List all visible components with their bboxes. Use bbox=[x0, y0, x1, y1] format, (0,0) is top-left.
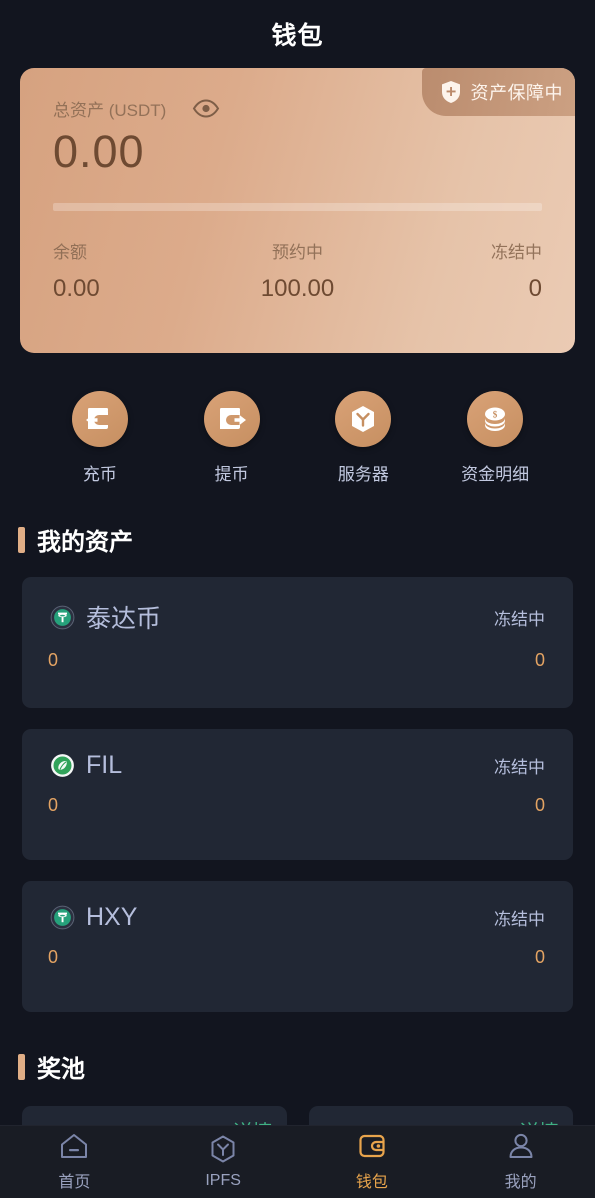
asset-frozen-value: 0 bbox=[534, 650, 545, 670]
asset-frozen-label: 冻结中 bbox=[494, 609, 545, 629]
action-server[interactable]: 服务器 bbox=[298, 391, 430, 485]
tab-label: 钱包 bbox=[355, 1174, 388, 1191]
balance-stats: 余额 0.00 预约中 100.00 冻结中 0 bbox=[53, 238, 542, 303]
action-label: 提币 bbox=[214, 465, 249, 484]
shield-plus-icon bbox=[440, 80, 462, 104]
stat-label: 余额 bbox=[53, 243, 87, 262]
pool-section-header: 奖池 bbox=[18, 1049, 595, 1084]
stat-available: 余额 0.00 bbox=[53, 238, 216, 303]
action-label: 充币 bbox=[82, 465, 117, 484]
tether-icon bbox=[50, 905, 75, 930]
stat-value: 0.00 bbox=[53, 275, 100, 302]
stat-frozen: 冻结中 0 bbox=[379, 238, 542, 303]
action-label: 服务器 bbox=[337, 465, 389, 484]
hexagon-y-icon bbox=[335, 391, 392, 447]
asset-list: 泰达币 冻结中 0 0 FIL 冻结中 0 0 HXY 冻结中 0 0 bbox=[22, 577, 573, 1012]
wallet-screen: 钱包 资产保障中 总资产 (USDT) 0.00 余额 0.00 预约中 100… bbox=[0, 0, 595, 1198]
action-label: 资金明细 bbox=[461, 465, 530, 484]
person-icon bbox=[506, 1132, 536, 1160]
asset-guard-badge[interactable]: 资产保障中 bbox=[421, 68, 575, 116]
asset-name: 泰达币 bbox=[86, 605, 162, 633]
total-asset-row: 总资产 (USDT) bbox=[53, 96, 220, 121]
action-deposit[interactable]: 充币 bbox=[34, 391, 166, 485]
tab-home[interactable]: 首页 bbox=[0, 1132, 149, 1192]
wallet-out-icon bbox=[203, 391, 260, 447]
hexagon-y-icon bbox=[208, 1134, 238, 1164]
total-balance-card: 资产保障中 总资产 (USDT) 0.00 余额 0.00 预约中 100.00 bbox=[20, 68, 575, 353]
asset-row-top: HXY 冻结中 bbox=[50, 903, 545, 932]
action-fund-detail[interactable]: $ 资金明细 bbox=[429, 391, 561, 485]
assets-section-header: 我的资产 bbox=[18, 522, 595, 557]
tab-profile[interactable]: 我的 bbox=[446, 1132, 595, 1192]
stat-value: 100.00 bbox=[260, 275, 335, 302]
asset-identity: 泰达币 bbox=[50, 599, 161, 635]
asset-row-bottom: 0 0 bbox=[22, 650, 573, 671]
eye-icon[interactable] bbox=[192, 99, 220, 118]
card-divider bbox=[53, 203, 542, 211]
total-asset-label: 总资产 (USDT) bbox=[53, 101, 167, 120]
asset-row-top: FIL 冻结中 bbox=[50, 751, 545, 780]
action-withdraw[interactable]: 提币 bbox=[166, 391, 298, 485]
asset-name: HXY bbox=[86, 903, 138, 931]
asset-row-bottom: 0 0 bbox=[22, 947, 573, 968]
guard-badge-label: 资产保障中 bbox=[470, 83, 563, 103]
tab-wallet[interactable]: 钱包 bbox=[298, 1132, 447, 1192]
asset-row-top: 泰达币 冻结中 bbox=[50, 599, 545, 635]
tab-label: 我的 bbox=[504, 1174, 537, 1191]
quick-actions: 充币 提币 服务器 $ 资金明细 bbox=[34, 391, 561, 485]
page-header: 钱包 bbox=[0, 0, 595, 68]
section-title: 我的资产 bbox=[37, 529, 133, 556]
asset-frozen-label: 冻结中 bbox=[494, 910, 545, 929]
wallet-in-icon bbox=[71, 391, 128, 447]
asset-amount: 0 bbox=[48, 795, 59, 815]
asset-frozen-label: 冻结中 bbox=[494, 758, 545, 777]
home-icon bbox=[59, 1132, 89, 1160]
section-title: 奖池 bbox=[37, 1056, 85, 1083]
asset-amount: 0 bbox=[48, 650, 59, 670]
list-item[interactable]: FIL 冻结中 0 0 bbox=[22, 729, 573, 860]
list-item[interactable]: 泰达币 冻结中 0 0 bbox=[22, 577, 573, 708]
tab-ipfs[interactable]: IPFS bbox=[149, 1134, 298, 1190]
asset-identity: FIL bbox=[50, 751, 122, 780]
asset-row-bottom: 0 0 bbox=[22, 795, 573, 816]
bottom-tabbar: 首页 IPFS 钱包 我的 bbox=[0, 1125, 595, 1198]
tether-icon bbox=[50, 605, 75, 630]
filecoin-icon bbox=[50, 753, 75, 778]
asset-frozen-value: 0 bbox=[534, 795, 545, 815]
wallet-icon bbox=[357, 1132, 387, 1160]
tab-label: 首页 bbox=[58, 1174, 91, 1191]
stat-reserved: 预约中 100.00 bbox=[216, 238, 379, 303]
stat-label: 预约中 bbox=[272, 243, 323, 262]
section-accent-bar bbox=[18, 1053, 25, 1080]
asset-name: FIL bbox=[86, 751, 123, 779]
asset-identity: HXY bbox=[50, 903, 137, 932]
tab-label: IPFS bbox=[205, 1172, 241, 1189]
stat-value: 0 bbox=[528, 275, 542, 302]
list-item[interactable]: HXY 冻结中 0 0 bbox=[22, 881, 573, 1012]
stat-label: 冻结中 bbox=[491, 243, 542, 262]
asset-amount: 0 bbox=[48, 947, 59, 967]
asset-frozen-value: 0 bbox=[534, 947, 545, 967]
total-asset-value: 0.00 bbox=[53, 126, 145, 177]
coins-stack-icon: $ bbox=[467, 391, 524, 447]
page-title: 钱包 bbox=[271, 22, 324, 50]
svg-text:$: $ bbox=[493, 410, 498, 420]
section-accent-bar bbox=[18, 526, 25, 553]
